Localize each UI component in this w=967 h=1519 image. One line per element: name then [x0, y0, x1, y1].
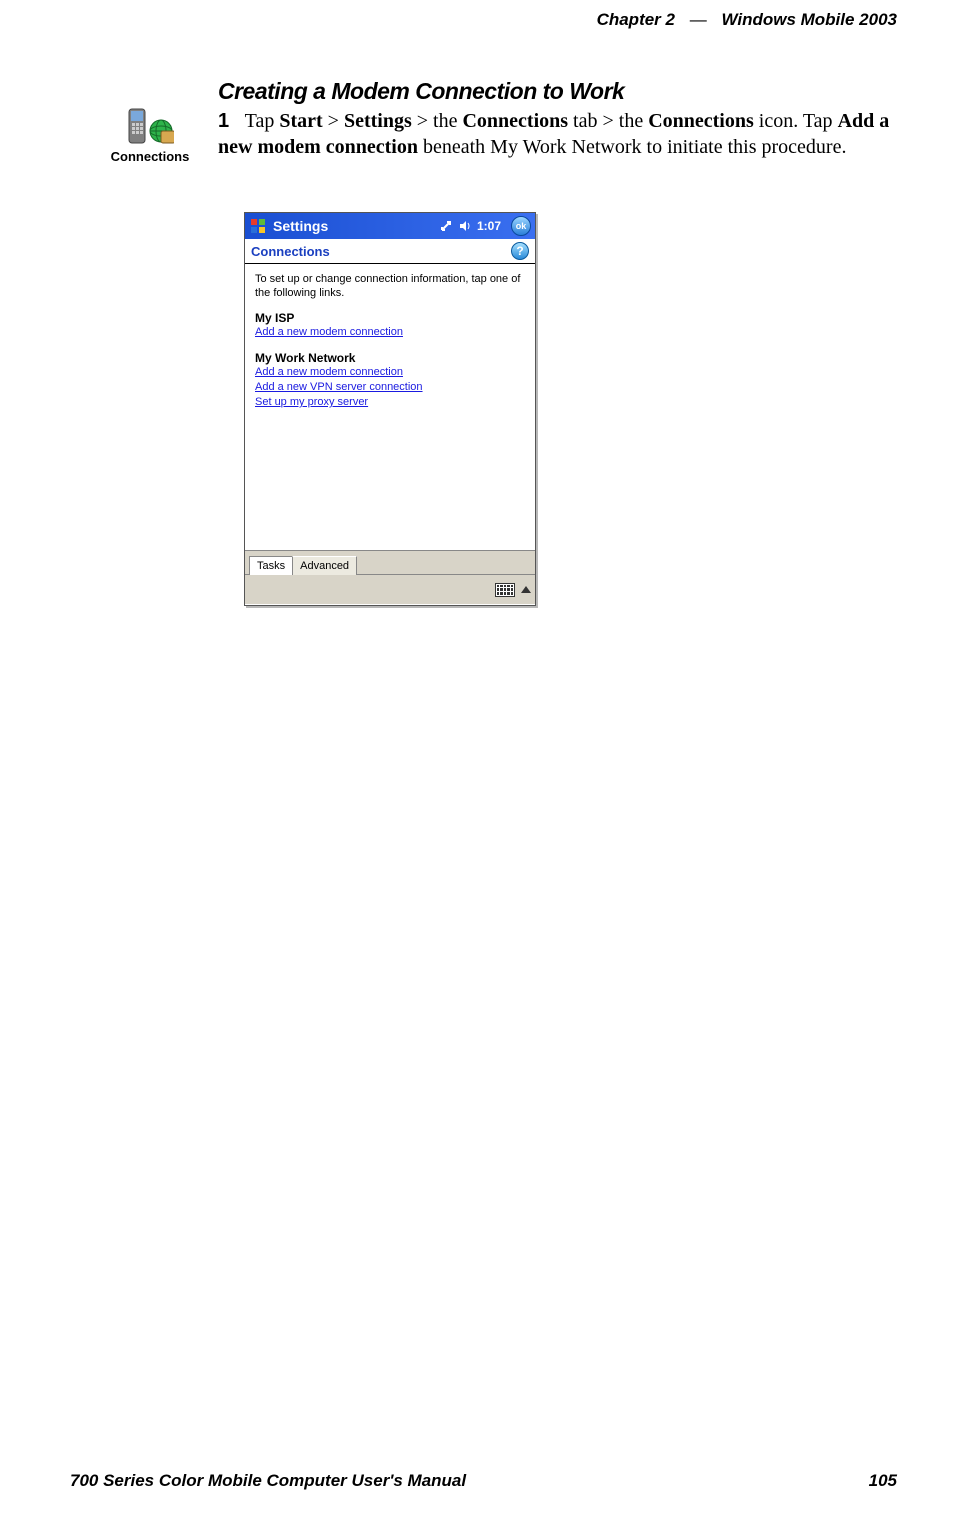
app-title: Connections — [251, 244, 330, 259]
section-title: Creating a Modem Connection to Work — [218, 78, 624, 105]
work-proxy-link[interactable]: Set up my proxy server — [255, 395, 527, 410]
isp-add-modem-link[interactable]: Add a new modem connection — [255, 325, 527, 340]
connections-block: Connections — [105, 105, 195, 164]
system-bar — [245, 574, 535, 604]
globe-icon — [148, 117, 174, 145]
page-header: Chapter 2 — Windows Mobile 2003 — [597, 10, 897, 30]
phone-icon — [127, 107, 147, 145]
device-screenshot: Settings 1:07 ok Connections ? To set up… — [244, 212, 536, 606]
header-chapter: Chapter 2 — [597, 10, 675, 29]
intro-text: To set up or change connection informati… — [255, 272, 527, 301]
volume-icon[interactable] — [459, 220, 471, 232]
step-number: 1 — [218, 108, 240, 134]
work-add-modem-link[interactable]: Add a new modem connection — [255, 365, 527, 380]
status-icons: 1:07 ok — [439, 216, 531, 236]
keyboard-icon[interactable] — [495, 583, 515, 597]
my-isp-title: My ISP — [255, 311, 527, 325]
step-1: 1 Tap Start > Settings > the Connections… — [218, 108, 892, 160]
tab-tasks[interactable]: Tasks — [249, 556, 293, 575]
connections-icon — [105, 105, 195, 145]
tab-bar: Tasks Advanced — [245, 550, 535, 574]
app-header: Connections ? — [245, 239, 535, 264]
connectivity-icon[interactable] — [439, 219, 453, 233]
content-area: To set up or change connection informati… — [245, 264, 535, 550]
header-dash: — — [680, 10, 717, 29]
ok-button[interactable]: ok — [511, 216, 531, 236]
header-title: Windows Mobile 2003 — [721, 10, 897, 29]
footer-manual-title: 700 Series Color Mobile Computer User's … — [70, 1471, 466, 1491]
clock-time[interactable]: 1:07 — [477, 219, 501, 233]
page-footer: 700 Series Color Mobile Computer User's … — [70, 1471, 897, 1491]
sip-up-arrow-icon[interactable] — [521, 586, 531, 593]
page: Chapter 2 — Windows Mobile 2003 Creating… — [0, 0, 967, 1519]
tab-advanced[interactable]: Advanced — [292, 556, 357, 575]
my-work-network-title: My Work Network — [255, 351, 527, 365]
titlebar-title: Settings — [273, 218, 439, 234]
connections-label: Connections — [105, 149, 195, 164]
titlebar: Settings 1:07 ok — [245, 213, 535, 239]
work-add-vpn-link[interactable]: Add a new VPN server connection — [255, 380, 527, 395]
help-button[interactable]: ? — [511, 242, 529, 260]
footer-page-number: 105 — [869, 1471, 897, 1491]
step-text: Tap Start > Settings > the Connections t… — [218, 110, 889, 158]
start-icon[interactable] — [249, 217, 267, 235]
